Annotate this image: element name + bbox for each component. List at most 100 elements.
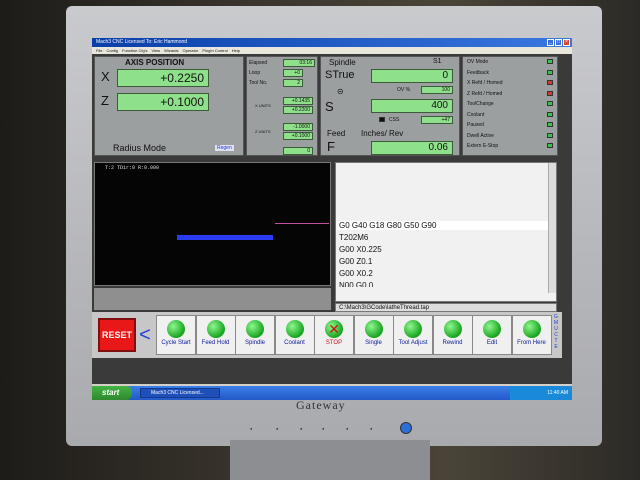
feed-hold-button[interactable]: Feed Hold (195, 315, 236, 355)
elapsed-dro: 03:16 (283, 59, 315, 67)
edit-button[interactable]: Edit (472, 315, 512, 355)
rewind-icon (443, 320, 462, 338)
clock: 11:40 AM (547, 390, 568, 396)
gcode-scrollbar[interactable] (548, 163, 556, 293)
info-bottom-dro: 0 (283, 147, 313, 155)
status-led (547, 143, 553, 148)
coolant-button[interactable]: Coolant (274, 315, 315, 355)
menu-plugin-control[interactable]: PlugIn Control (202, 47, 227, 54)
spindle-button[interactable]: Spindle (235, 315, 275, 355)
menu-wizards[interactable]: Wizards (164, 47, 178, 54)
toolpath-line (275, 223, 329, 224)
f-dro[interactable]: 0.06 (371, 141, 453, 155)
gcode-line: G00 X0.225 (339, 245, 382, 254)
info-panel: Elapsed 03:16 Loop +0 Tool No. 2 X UNITS… (246, 56, 318, 156)
power-button-icon[interactable] (400, 422, 412, 434)
single-button[interactable]: Single (353, 315, 394, 355)
elapsed-label: Elapsed (249, 60, 268, 66)
status-led (547, 101, 553, 106)
monitor-button[interactable]: ● (300, 426, 302, 431)
side-letters: G M U C T E (550, 314, 562, 350)
css-label: CSS (389, 117, 400, 123)
monitor-button[interactable]: ● (276, 426, 278, 431)
rewind-button[interactable]: Rewind (432, 315, 473, 355)
x-dro[interactable]: +0.2250 (117, 69, 209, 87)
menu-view[interactable]: View (151, 47, 160, 54)
from-here-button[interactable]: From Here (511, 315, 552, 355)
tool-no-label: Tool No. (249, 80, 268, 86)
feed-hold-icon (206, 320, 225, 338)
feed-label: Feed (327, 129, 346, 138)
button-label: Coolant (284, 340, 305, 346)
window-titlebar: Mach3 CNC Licensed To: Eric Hammond _ □ … (92, 38, 572, 47)
feed-units: Inches/ Rev (361, 129, 404, 138)
monitor-button[interactable]: ● (322, 426, 324, 431)
spindle-dial-icon[interactable]: ⊝ (337, 87, 344, 96)
loop-label: Loop (249, 70, 261, 76)
button-label: Rewind (442, 340, 463, 346)
spindle-title: Spindle (329, 58, 356, 67)
window-title: Mach3 CNC Licensed To: Eric Hammond (96, 39, 188, 45)
z-dro[interactable]: +0.1000 (117, 93, 209, 111)
regen-button[interactable]: Regen (215, 145, 234, 151)
taskbar-item-mach3[interactable]: Mach3 CNC Licensed... (140, 388, 220, 398)
menu-help[interactable]: Help (232, 47, 240, 54)
status-label: X Refd / Homed (467, 80, 503, 86)
cycle-start-button[interactable]: Cycle Start (156, 315, 196, 355)
button-label: Single (365, 340, 382, 346)
status-led (547, 59, 553, 64)
button-label: Tool Adjust (398, 340, 428, 346)
monitor-brand-logo: Gateway (296, 398, 346, 412)
status-label: Dwell Active (467, 132, 494, 139)
radius-mode-label: Radius Mode (113, 143, 167, 153)
button-label: Feed Hold (201, 340, 230, 346)
start-button[interactable]: start (92, 386, 132, 400)
monitor-button[interactable]: ● (370, 426, 372, 431)
gcode-line: N00 G0 0 (339, 281, 374, 287)
menu-operator[interactable]: Operator (183, 47, 199, 54)
prev-page-button[interactable]: < (138, 320, 152, 352)
f-label: F (327, 139, 335, 154)
status-label: ToolChange (467, 101, 494, 107)
s-dro[interactable]: 400 (371, 99, 453, 113)
reset-button[interactable]: RESET (98, 318, 136, 352)
cycle-start-icon (167, 320, 185, 338)
status-label: Paused (467, 122, 484, 128)
status-label: Extern E-Stop (467, 143, 499, 149)
ov-dro[interactable]: 100 (421, 86, 453, 94)
axis-position-title: AXIS POSITION (125, 58, 185, 67)
ov-label: OV % (397, 87, 411, 93)
status-led (547, 122, 553, 127)
stop-button[interactable]: ✕ STOP (314, 315, 354, 355)
status-led-panel: OV Mode Feedback X Refd / Homed Z Refd / Ho… (462, 56, 558, 156)
status-label: OV Mode (467, 59, 489, 65)
tool-adjust-button[interactable]: Tool Adjust (393, 315, 433, 355)
s1-label: S1 (433, 58, 442, 65)
z-axis-label: Z (101, 93, 109, 108)
x-units-dro-1: +0.1435 (283, 97, 313, 105)
menu-function-cfgs[interactable]: Function Cfg's (122, 47, 147, 54)
close-button[interactable]: × (563, 39, 570, 46)
gcode-line-current: G0 G40 G18 G80 G50 G90 (336, 221, 548, 230)
menu-file[interactable]: File (96, 47, 102, 54)
axis-position-panel: AXIS POSITION X +0.2250 Z +0.1000 Radius… (94, 56, 244, 156)
monitor-button[interactable]: ● (250, 426, 252, 431)
gcode-window[interactable]: G0 G40 G18 G80 G50 G90 T202M6 G00 X0.225… (335, 162, 557, 302)
button-label: Edit (486, 340, 498, 346)
button-label: Cycle Start (161, 340, 191, 346)
toolpath-display[interactable]: T:2 TDir:0 R:0.000 (94, 162, 331, 286)
side-letter-e[interactable]: E (550, 344, 562, 350)
monitor-button[interactable]: ● (346, 426, 348, 431)
menu-config[interactable]: Config (106, 47, 118, 54)
css-indicator (379, 117, 385, 122)
status-led (547, 111, 553, 117)
z-units-dro-1: -1.0000 (283, 123, 313, 131)
gcode-file-path: C:\Mach3\GCode\latheThread.tap (335, 303, 557, 312)
minimize-button[interactable]: _ (547, 39, 554, 46)
status-led (547, 69, 553, 75)
maximize-button[interactable]: □ (555, 39, 562, 46)
toolpath-part (177, 235, 273, 240)
tool-no-dro[interactable]: 2 (283, 79, 303, 87)
loop-dro[interactable]: +0 (283, 69, 303, 77)
system-tray: 11:40 AM (510, 386, 572, 400)
